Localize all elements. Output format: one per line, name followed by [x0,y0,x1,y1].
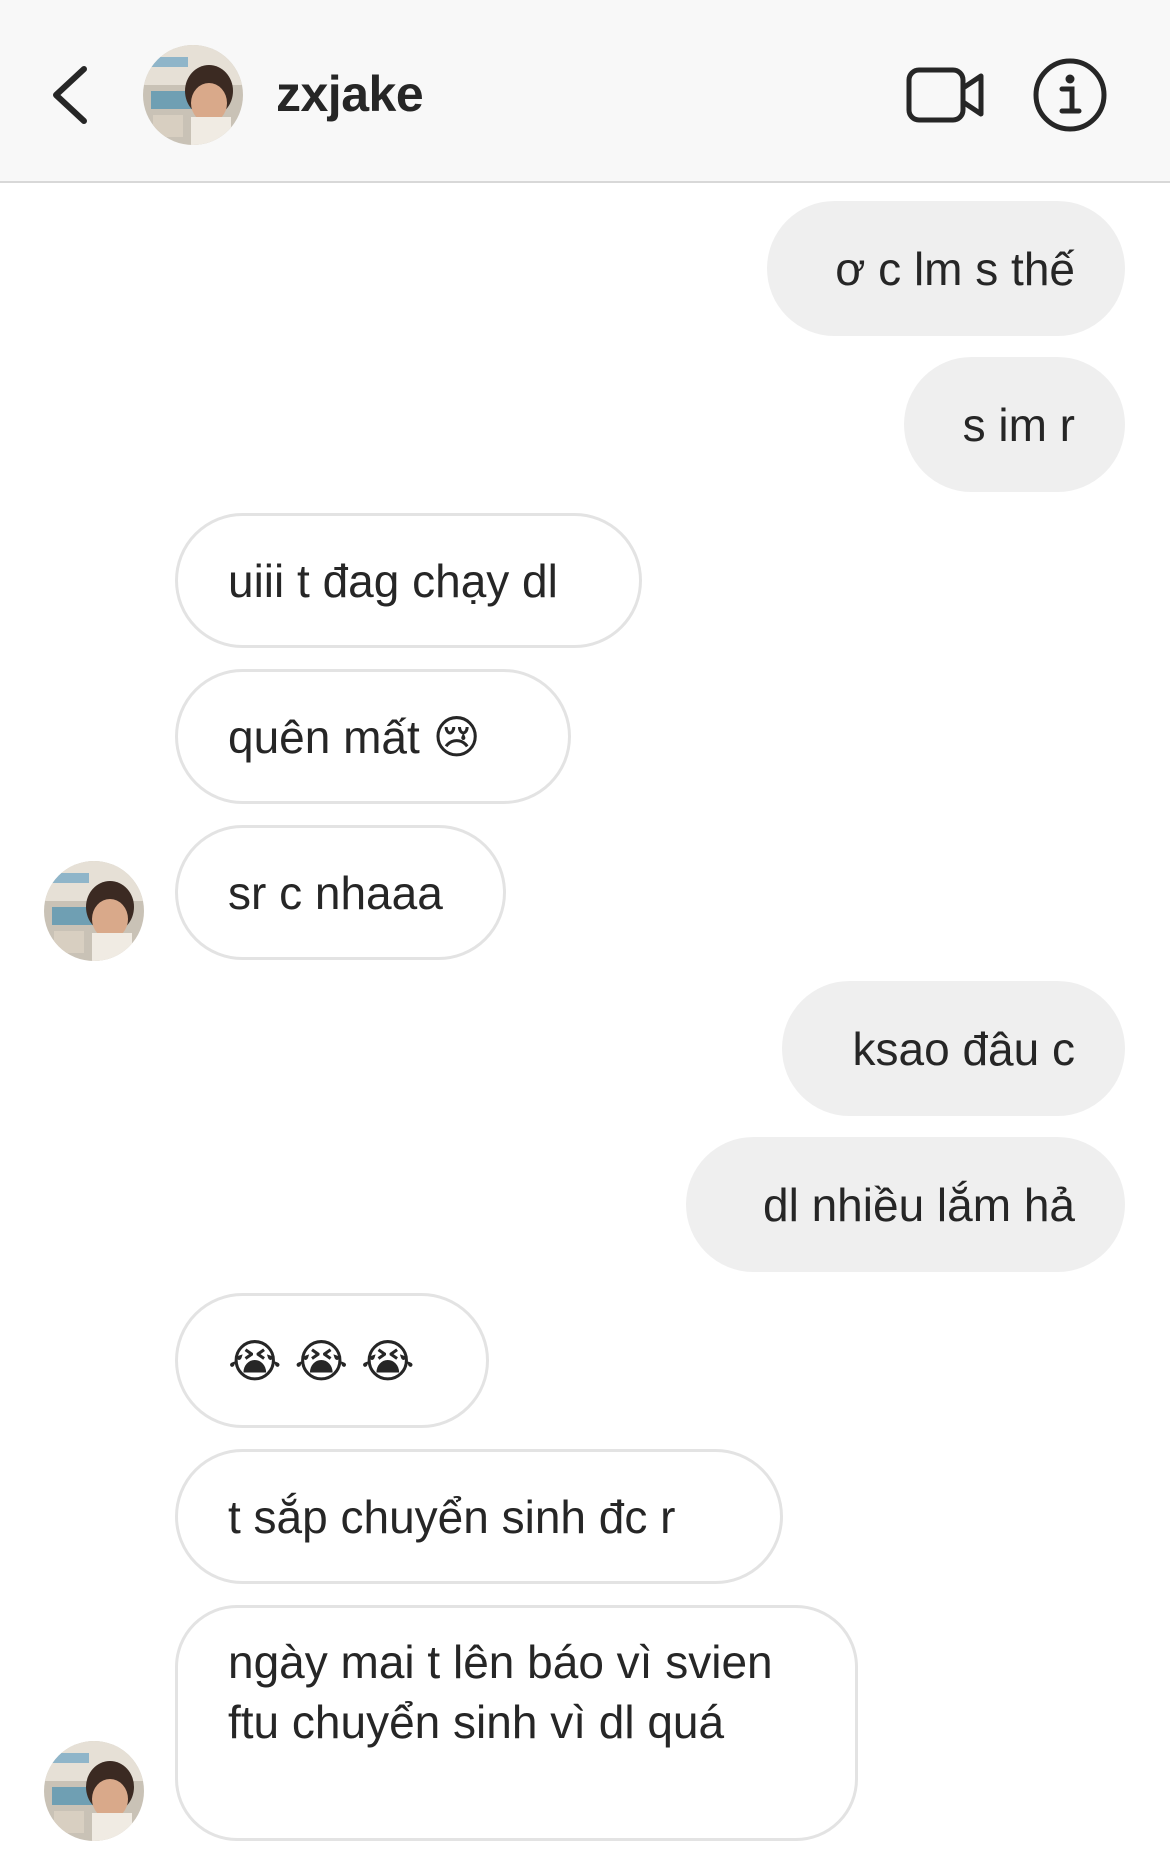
message-received[interactable]: uiii t đag chạy dl [175,513,642,648]
profile-photo-icon [44,861,144,961]
message-sent[interactable]: ksao đâu c [782,981,1125,1116]
message-text: ngày mai t lên báo vì svien ftu chuyển s… [228,1636,773,1748]
info-icon [1033,58,1107,132]
message-thread[interactable]: ơ c lm s thế s im r uiii t đag chạy dl q… [0,185,1170,1861]
message-text: 😭 😭 😭 [228,1334,415,1387]
message-text: s im r [962,398,1075,451]
profile-photo-icon [143,45,243,145]
message-text: sr c nhaaa [228,866,443,919]
message-sent[interactable]: s im r [904,357,1125,492]
video-camera-icon [906,67,984,123]
message-sent[interactable]: dl nhiều lắm hả [686,1137,1125,1272]
message-text: ơ c lm s thế [835,242,1075,295]
message-received[interactable]: sr c nhaaa [175,825,506,960]
message-received[interactable]: t sắp chuyển sinh đc r [175,1449,783,1584]
chat-username[interactable]: zxjake [276,62,424,126]
message-sent[interactable]: ơ c lm s thế [767,201,1125,336]
avatar[interactable] [44,861,144,961]
message-text: t sắp chuyển sinh đc r [228,1490,676,1543]
message-received[interactable]: 😭 😭 😭 [175,1293,489,1428]
message-text: quên mất 😢 [228,710,481,763]
message-text: uiii t đag chạy dl [228,554,558,607]
chevron-left-icon [53,66,87,124]
chat-header: zxjake [0,0,1170,183]
message-received[interactable]: ngày mai t lên báo vì svien ftu chuyển s… [175,1605,858,1841]
video-call-button[interactable] [905,60,985,130]
profile-photo-icon [44,1741,144,1841]
message-received[interactable]: quên mất 😢 [175,669,571,804]
message-text: ksao đâu c [852,1022,1075,1075]
info-button[interactable] [1032,57,1108,133]
message-text: dl nhiều lắm hả [763,1178,1075,1231]
avatar[interactable] [143,45,243,145]
back-button[interactable] [40,55,100,135]
avatar[interactable] [44,1741,144,1841]
